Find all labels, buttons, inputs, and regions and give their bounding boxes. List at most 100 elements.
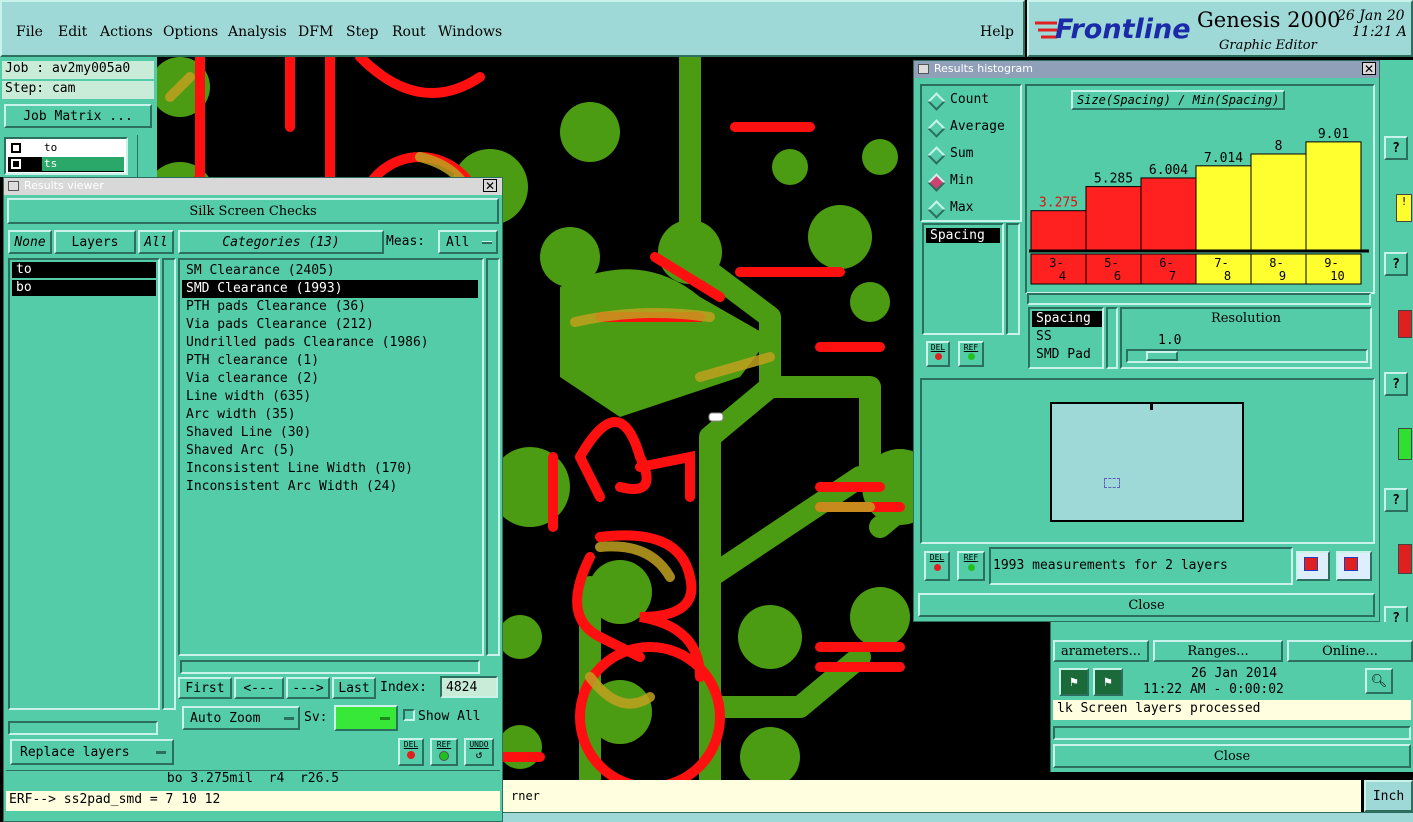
units-button[interactable]: Inch [1364, 780, 1413, 812]
layer-row[interactable]: ts [8, 157, 124, 172]
zoom-icon[interactable]: 🔍︎ [1365, 668, 1393, 694]
parameters-button[interactable]: arameters... [1053, 640, 1149, 662]
type-list-scrollbar[interactable] [1106, 307, 1118, 369]
histogram-close-button[interactable]: Close [918, 593, 1375, 617]
help-button[interactable]: ? [1384, 488, 1408, 512]
ref-button[interactable]: REF [430, 738, 458, 766]
none-button[interactable]: None [8, 230, 52, 254]
menu-help[interactable]: Help [980, 24, 1014, 40]
close-icon[interactable]: ✕ [1362, 62, 1376, 75]
stat-option-max[interactable]: Max [926, 198, 1020, 219]
hist-ref-button[interactable]: REF [958, 341, 984, 367]
category-item[interactable]: SM Clearance (2405) [182, 262, 478, 280]
menu-actions[interactable]: Actions [100, 24, 153, 40]
list-item[interactable]: to [12, 262, 156, 278]
category-item[interactable]: Shaved Arc (5) [182, 442, 478, 460]
meas-dropdown[interactable]: All [438, 230, 498, 254]
menu-dfm[interactable]: DFM [298, 24, 333, 40]
results-viewer-titlebar[interactable]: Results viewer ✕ [4, 178, 502, 195]
zoom-fit-button[interactable] [1336, 551, 1372, 581]
layers-hscrollbar[interactable] [8, 721, 158, 735]
list-item[interactable]: SS [1032, 329, 1102, 345]
stat-option-count[interactable]: Count [926, 90, 1020, 111]
histogram-bar[interactable] [1305, 141, 1362, 251]
all-button[interactable]: All [138, 230, 174, 254]
help-button[interactable]: ? [1384, 372, 1408, 396]
resolution-slider[interactable] [1126, 349, 1368, 363]
sv-color-dropdown[interactable] [334, 705, 398, 731]
show-all-checkbox[interactable] [403, 709, 415, 721]
layer-checkbox[interactable] [11, 159, 21, 169]
resolution-group: Resolution 1.0 [1120, 307, 1372, 369]
layer-row[interactable]: to [8, 141, 124, 156]
menu-edit[interactable]: Edit [58, 24, 87, 40]
histogram-chart[interactable]: 3.2753-45.2855-66.0046-77.0147-888-99.01… [1029, 110, 1369, 288]
category-item[interactable]: Arc width (35) [182, 406, 478, 424]
last-button[interactable]: Last [332, 677, 376, 699]
layer-list-scrollbar[interactable] [137, 135, 151, 177]
stat-option-min[interactable]: Min [926, 171, 1020, 192]
histogram-bar[interactable] [1250, 153, 1307, 251]
category-item[interactable]: Via pads Clearance (212) [182, 316, 478, 334]
slider-handle[interactable] [1146, 351, 1178, 361]
ranges-button[interactable]: Ranges... [1153, 640, 1283, 662]
close-icon[interactable]: ✕ [483, 179, 497, 192]
preview-del-button[interactable]: DEL [924, 551, 950, 581]
histogram-bar[interactable] [1140, 177, 1197, 251]
index-input[interactable]: 4824 [440, 676, 498, 698]
preview-ref-button[interactable]: REF [957, 551, 985, 581]
category-item[interactable]: Inconsistent Line Width (170) [182, 460, 478, 478]
run-all-icon[interactable]: ⚑ [1093, 668, 1123, 696]
category-item[interactable]: Undrilled pads Clearance (1986) [182, 334, 478, 352]
histogram-chart-frame: Size(Spacing) / Min(Spacing) 3.275 3- 4 5.2… [1025, 84, 1375, 294]
menu-windows[interactable]: Windows [438, 24, 502, 40]
histogram-bar[interactable] [1085, 186, 1142, 251]
del-label: DEL [930, 343, 946, 352]
histogram-bar[interactable] [1030, 210, 1087, 251]
layers-vscrollbar[interactable] [162, 258, 176, 710]
category-item[interactable]: Via clearance (2) [182, 370, 478, 388]
category-item[interactable]: Inconsistent Arc Width (24) [182, 478, 478, 496]
histogram-bar[interactable] [1195, 165, 1252, 251]
categories-hscrollbar[interactable] [180, 660, 480, 674]
measure-list-scrollbar[interactable] [1006, 223, 1020, 335]
job-matrix-button[interactable]: Job Matrix ... [4, 104, 152, 128]
prev-button[interactable]: <--- [234, 677, 284, 699]
run-icon[interactable]: ⚑ [1059, 668, 1089, 696]
menu-step[interactable]: Step [346, 24, 378, 40]
hist-del-button[interactable]: DEL [926, 341, 950, 367]
category-item[interactable]: SMD Clearance (1993) [182, 280, 478, 298]
histogram-titlebar[interactable]: Results histogram ✕ [914, 61, 1379, 78]
zoom-step-button[interactable] [1296, 551, 1330, 581]
menu-options[interactable]: Options [163, 24, 218, 40]
category-item[interactable]: PTH clearance (1) [182, 352, 478, 370]
layer-checkbox[interactable] [11, 143, 21, 153]
stat-option-average[interactable]: Average [926, 117, 1020, 138]
first-button[interactable]: First [178, 677, 232, 699]
list-item[interactable]: bo [12, 280, 156, 296]
category-item[interactable]: PTH pads Clearance (36) [182, 298, 478, 316]
replace-layers-dropdown[interactable]: Replace layers [10, 739, 174, 765]
list-item[interactable]: Spacing [1032, 311, 1102, 327]
del-button[interactable]: DEL [398, 738, 424, 766]
stat-option-sum[interactable]: Sum [926, 144, 1020, 165]
brand-time: 11:21 A [1352, 24, 1407, 40]
menu-file[interactable]: File [16, 24, 43, 40]
list-item[interactable]: SMD Pad [1032, 347, 1102, 363]
menu-rout[interactable]: Rout [392, 24, 426, 40]
list-item[interactable]: Spacing [926, 228, 1000, 243]
checklist-hscrollbar[interactable] [1053, 726, 1411, 740]
help-button[interactable]: ? [1384, 136, 1408, 160]
category-item[interactable]: Line width (635) [182, 388, 478, 406]
categories-vscrollbar[interactable] [486, 258, 500, 656]
next-button[interactable]: ---> [286, 677, 330, 699]
auto-zoom-dropdown[interactable]: Auto Zoom [182, 706, 300, 730]
checklist-close-button[interactable]: Close [1053, 744, 1411, 768]
help-button[interactable]: ? [1384, 252, 1408, 276]
silk-screen-checks-header[interactable]: Silk Screen Checks [7, 198, 499, 224]
online-button[interactable]: Online... [1287, 640, 1413, 662]
undo-button[interactable]: UNDO ↺ [464, 738, 494, 766]
chart-hscrollbar[interactable] [1027, 293, 1371, 305]
menu-analysis[interactable]: Analysis [228, 24, 287, 40]
category-item[interactable]: Shaved Line (30) [182, 424, 478, 442]
